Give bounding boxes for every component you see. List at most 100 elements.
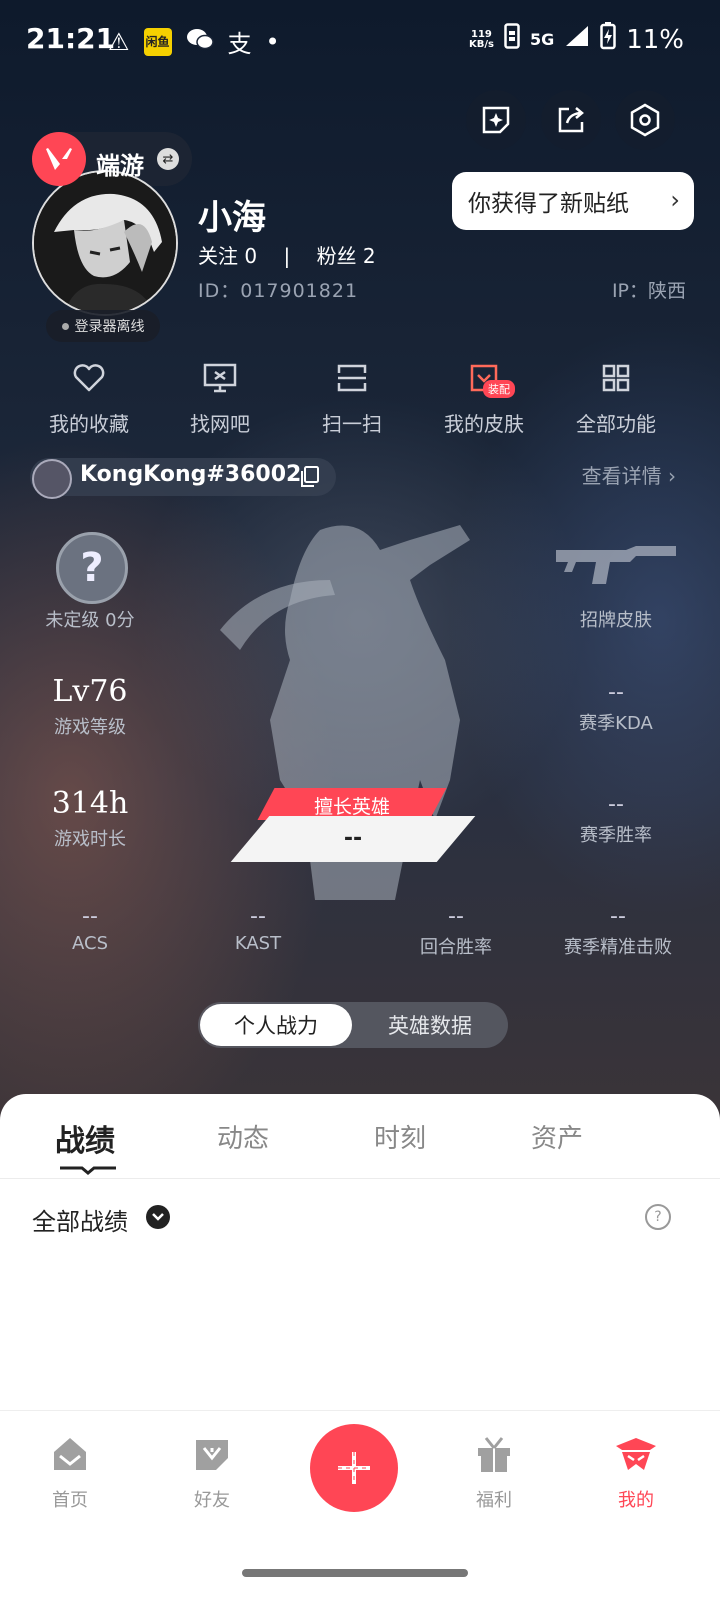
- menu-label: 扫一扫: [322, 412, 382, 436]
- account-name: KongKong#36002: [80, 462, 302, 487]
- alipay-icon: 支: [227, 30, 252, 58]
- swap-icon[interactable]: ⇄: [157, 148, 179, 170]
- round-winrate-stat: -- 回合胜率: [386, 904, 526, 959]
- menu-scan[interactable]: 扫一扫: [287, 358, 417, 437]
- season-headshot-stat: -- 赛季精准击败: [548, 904, 688, 959]
- season-kda-value: --: [608, 680, 624, 705]
- home-indicator[interactable]: [242, 1569, 468, 1577]
- menu-all-features[interactable]: 全部功能: [551, 358, 681, 437]
- rank-stat: 未定级 0分: [20, 602, 160, 632]
- home-icon: [54, 1438, 86, 1470]
- new-sticker-tooltip[interactable]: 你获得了新贴纸 ›: [452, 172, 694, 230]
- friends-icon: [196, 1440, 228, 1470]
- settings-button[interactable]: [615, 90, 675, 150]
- copy-icon[interactable]: [298, 465, 320, 493]
- chevron-right-icon: ›: [661, 464, 676, 488]
- signature-skin-label: 招牌皮肤: [580, 610, 652, 631]
- system-indicators: 119 KB/s 5G 11%: [469, 22, 684, 57]
- tab-assets[interactable]: 资产: [531, 1118, 583, 1155]
- notification-icons: ⚠ 闲鱼 支 •: [108, 24, 280, 59]
- menu-my-skins[interactable]: 装配 我的皮肤: [419, 358, 549, 437]
- record-filter[interactable]: 全部战绩: [32, 1202, 128, 1237]
- tooltip-text: 你获得了新贴纸: [468, 191, 629, 217]
- network-type: 5G: [529, 30, 555, 49]
- username: 小海: [198, 198, 266, 238]
- tab-indicator-icon: [60, 1160, 116, 1175]
- dot-icon: •: [265, 27, 280, 56]
- fans-label[interactable]: 粉丝: [317, 244, 357, 268]
- view-details-link[interactable]: 查看详情 ›: [582, 460, 676, 489]
- sticker-button[interactable]: [466, 90, 526, 150]
- status-dot: [61, 322, 69, 330]
- season-winrate-label: 赛季胜率: [580, 825, 652, 846]
- share-button[interactable]: [541, 90, 601, 150]
- nav-friends[interactable]: 好友: [162, 1432, 262, 1512]
- tab-moments[interactable]: 时刻: [374, 1118, 426, 1155]
- account-avatar: [32, 459, 72, 499]
- kast-value: --: [250, 904, 266, 929]
- menu-favorites[interactable]: 我的收藏: [24, 358, 154, 437]
- battery-icon: [600, 22, 616, 57]
- signature-skin[interactable]: 招牌皮肤: [546, 602, 686, 632]
- status-time: 21:21: [26, 22, 116, 55]
- menu-label: 全部功能: [576, 412, 656, 436]
- round-winrate-label: 回合胜率: [420, 937, 492, 958]
- nav-home[interactable]: 首页: [20, 1432, 120, 1512]
- season-headshot-label: 赛季精准击败: [564, 937, 672, 958]
- level-value: Lv76: [52, 674, 128, 709]
- toggle-personal-power[interactable]: 个人战力: [200, 1004, 352, 1046]
- toggle-hero-data[interactable]: 英雄数据: [354, 1004, 506, 1046]
- offline-label: 登录器离线: [74, 319, 145, 335]
- follow-stats: 关注 0 | 粉丝 2: [198, 240, 376, 269]
- season-winrate-stat: -- 赛季胜率: [546, 792, 686, 847]
- nav-divider: [0, 1410, 720, 1411]
- best-hero-value: --: [343, 826, 363, 851]
- share-icon: [558, 107, 584, 133]
- season-kda-stat: -- 赛季KDA: [546, 680, 686, 735]
- season-headshot-value: --: [610, 904, 626, 929]
- settings-hex-icon: [630, 103, 660, 137]
- acs-value: --: [82, 904, 98, 929]
- rank-label: 未定级 0分: [45, 610, 135, 631]
- grid-icon: [602, 364, 630, 392]
- tab-feed[interactable]: 动态: [217, 1118, 269, 1155]
- play-time-stat: 314h 游戏时长: [20, 786, 160, 851]
- season-winrate-value: --: [608, 792, 624, 817]
- kast-label: KAST: [234, 933, 282, 954]
- launcher-offline-badge: 登录器离线: [46, 310, 160, 342]
- signal-icon: [564, 24, 590, 55]
- menu-label: 找网吧: [190, 412, 250, 436]
- net-speed: 119 KB/s: [468, 28, 494, 50]
- gun-icon[interactable]: [554, 540, 678, 592]
- menu-label: 我的收藏: [49, 412, 129, 436]
- nav-me[interactable]: 我的: [586, 1432, 686, 1512]
- chevron-down-icon[interactable]: [146, 1205, 170, 1229]
- heart-icon: [73, 364, 105, 392]
- help-icon[interactable]: ?: [645, 1204, 671, 1230]
- create-post-button[interactable]: [310, 1424, 398, 1512]
- tab-record[interactable]: 战绩: [55, 1116, 115, 1160]
- battery-percent: 11%: [626, 24, 684, 55]
- scan-icon: [337, 364, 367, 392]
- acs-stat: -- ACS: [30, 904, 150, 954]
- monitor-icon: [203, 363, 237, 393]
- equip-badge: 装配: [483, 380, 515, 398]
- shop-app-icon: 闲鱼: [143, 27, 172, 56]
- play-time-value: 314h: [51, 786, 129, 821]
- nav-label: 福利: [476, 1490, 512, 1511]
- follow-count[interactable]: 0: [244, 244, 257, 268]
- avatar[interactable]: [32, 170, 178, 316]
- level-stat: Lv76 游戏等级: [20, 674, 160, 739]
- round-winrate-value: --: [448, 904, 464, 929]
- play-time-label: 游戏时长: [54, 829, 126, 850]
- menu-find-cafe[interactable]: 找网吧: [155, 358, 285, 437]
- nav-rewards[interactable]: 福利: [444, 1432, 544, 1512]
- fans-count[interactable]: 2: [363, 244, 376, 268]
- game-name[interactable]: 端游: [96, 146, 144, 181]
- warning-icon: ⚠: [108, 27, 130, 56]
- status-bar: 21:21 ⚠ 闲鱼 支 • 119 KB/s 5G 11%: [0, 0, 720, 80]
- separator: |: [283, 244, 291, 268]
- follow-label[interactable]: 关注: [198, 244, 238, 268]
- rank-unranked-icon[interactable]: ?: [56, 532, 128, 604]
- nav-label: 好友: [194, 1490, 230, 1511]
